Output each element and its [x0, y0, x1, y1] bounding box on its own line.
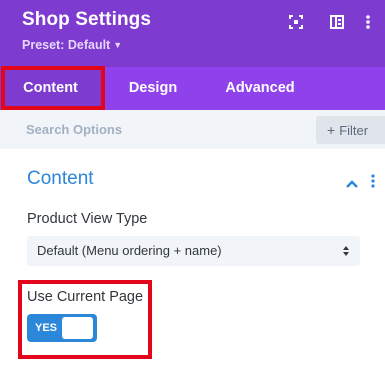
product-view-type-label: Product View Type [27, 211, 148, 227]
product-view-type-select[interactable]: Default (Menu ordering + name) [27, 236, 360, 266]
toggle-yes-label: YES [35, 322, 58, 334]
tab-advanced[interactable]: Advanced [212, 67, 308, 110]
filter-label: Filter [339, 123, 369, 138]
use-current-page-label: Use Current Page [27, 289, 144, 305]
section-title[interactable]: Content [27, 168, 94, 190]
section-more-icon[interactable] [370, 173, 376, 189]
search-input[interactable] [16, 114, 306, 144]
product-view-type-value: Default (Menu ordering + name) [37, 243, 222, 258]
more-vertical-icon[interactable] [364, 14, 372, 30]
tab-bar: Content Design Advanced [0, 67, 385, 110]
plus-icon: + [327, 122, 336, 138]
panel-title: Shop Settings [22, 9, 152, 30]
expand-icon[interactable] [288, 14, 304, 30]
use-current-page-toggle[interactable]: YES [27, 314, 97, 342]
tab-design[interactable]: Design [108, 67, 198, 110]
preset-dropdown[interactable]: Preset: Default ▼ [22, 38, 122, 52]
shop-settings-panel: Shop Settings Preset: Default ▼ Content … [0, 0, 385, 367]
preset-label: Preset: Default [22, 38, 111, 52]
chevron-up-icon[interactable] [345, 176, 359, 188]
panel-header: Shop Settings Preset: Default ▼ [0, 0, 385, 67]
sidebar-toggle-icon[interactable] [329, 14, 345, 30]
filter-button[interactable]: + Filter [316, 116, 385, 144]
toggle-knob [62, 317, 93, 339]
caret-down-icon: ▼ [113, 40, 123, 50]
select-arrows-icon [343, 246, 349, 256]
tab-content[interactable]: Content [0, 67, 101, 110]
